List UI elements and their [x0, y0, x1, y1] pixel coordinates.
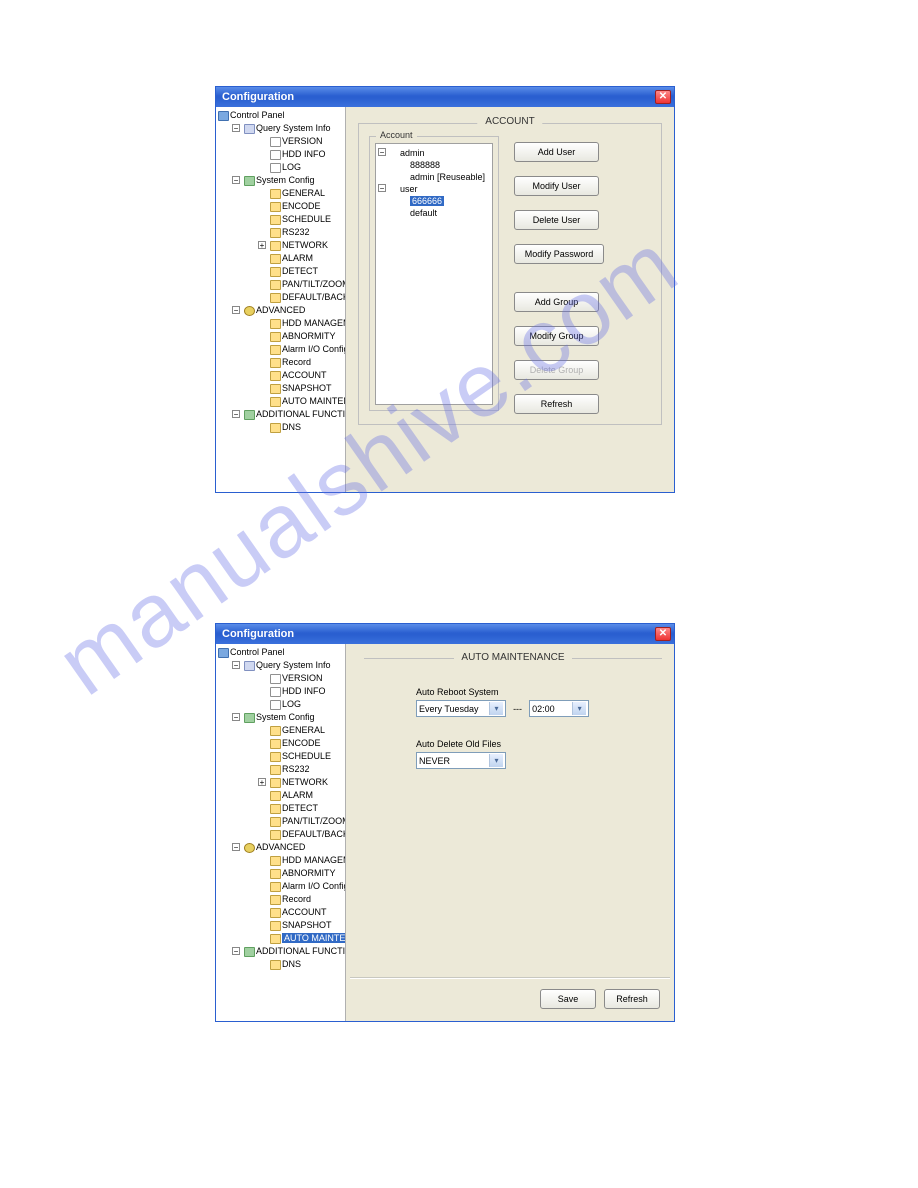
chevron-down-icon: ▾ [489, 702, 503, 715]
tree-detect[interactable]: DETECT [268, 802, 345, 815]
tree-auto-maintenance[interactable]: AUTO MAINTENANCE [268, 932, 345, 945]
chevron-down-icon: ▾ [572, 702, 586, 715]
tree-snapshot[interactable]: SNAPSHOT [268, 382, 345, 395]
tree-version[interactable]: VERSION [268, 135, 345, 148]
auto-delete-label: Auto Delete Old Files [416, 739, 662, 749]
tree-hdd-management[interactable]: HDD MANAGEMENT [268, 317, 345, 330]
delete-user-button[interactable]: Delete User [514, 210, 599, 230]
sidebar: Control Panel −Query System Info VERSION… [216, 644, 346, 1021]
tree-default-backup[interactable]: DEFAULT/BACKUP [268, 828, 345, 841]
tree-ptz[interactable]: PAN/TILT/ZOOM [268, 815, 345, 828]
tree-additional-function[interactable]: −ADDITIONAL FUNCTION DNS [242, 408, 345, 434]
refresh-button[interactable]: Refresh [514, 394, 599, 414]
tree-alarm[interactable]: ALARM [268, 789, 345, 802]
tree-root[interactable]: Control Panel −Query System Info VERSION… [216, 109, 345, 434]
auto-reboot-label: Auto Reboot System [416, 687, 662, 697]
tree-log[interactable]: LOG [268, 698, 345, 711]
add-user-button[interactable]: Add User [514, 142, 599, 162]
tree-general[interactable]: GENERAL [268, 724, 345, 737]
sidebar: Control Panel −Query System Info VERSION… [216, 107, 346, 492]
tree-record[interactable]: Record [268, 356, 345, 369]
account-group-user[interactable]: user [400, 184, 418, 194]
modify-user-button[interactable]: Modify User [514, 176, 599, 196]
modify-password-button[interactable]: Modify Password [514, 244, 604, 264]
tree-detect[interactable]: DETECT [268, 265, 345, 278]
tree-query-system-info[interactable]: −Query System Info VERSION HDD INFO LOG [242, 122, 345, 174]
titlebar[interactable]: Configuration ✕ [216, 87, 674, 107]
configuration-window-account: Configuration ✕ Control Panel −Query Sys… [215, 86, 675, 493]
tree-account[interactable]: ACCOUNT [268, 369, 345, 382]
tree-alarm-io[interactable]: Alarm I/O Config [268, 880, 345, 893]
configuration-window-auto-maint: Configuration ✕ Control Panel −Query Sys… [215, 623, 675, 1022]
account-panel: ACCOUNT Account −admin 888888 admin [Reu… [346, 107, 674, 492]
tree-hdd-management[interactable]: HDD MANAGEMENT [268, 854, 345, 867]
tree-alarm-io[interactable]: Alarm I/O Config [268, 343, 345, 356]
add-group-button[interactable]: Add Group [514, 292, 599, 312]
tree-snapshot[interactable]: SNAPSHOT [268, 919, 345, 932]
tree-default-backup[interactable]: DEFAULT/BACKUP [268, 291, 345, 304]
delete-group-button: Delete Group [514, 360, 599, 380]
tree-system-config[interactable]: −System Config GENERAL ENCODE SCHEDULE R… [242, 711, 345, 841]
account-group-label: Account [376, 130, 417, 140]
tree-root[interactable]: Control Panel −Query System Info VERSION… [216, 646, 345, 971]
tree-dns[interactable]: DNS [268, 958, 345, 971]
account-section-title: ACCOUNT [477, 116, 542, 127]
tree-schedule[interactable]: SCHEDULE [268, 213, 345, 226]
tree-schedule[interactable]: SCHEDULE [268, 750, 345, 763]
tree-rs232[interactable]: RS232 [268, 763, 345, 776]
tree-ptz[interactable]: PAN/TILT/ZOOM [268, 278, 345, 291]
tree-rs232[interactable]: RS232 [268, 226, 345, 239]
tree-general[interactable]: GENERAL [268, 187, 345, 200]
footer-divider [350, 977, 670, 979]
tree-dns[interactable]: DNS [268, 421, 345, 434]
save-button[interactable]: Save [540, 989, 596, 1009]
window-title: Configuration [222, 628, 294, 640]
chevron-down-icon: ▾ [489, 754, 503, 767]
account-item[interactable]: default [410, 207, 490, 219]
close-icon[interactable]: ✕ [655, 627, 671, 641]
close-icon[interactable]: ✕ [655, 90, 671, 104]
account-tree[interactable]: −admin 888888 admin [Reuseable] −user 66… [375, 143, 493, 405]
tree-network[interactable]: +NETWORK [268, 776, 345, 789]
modify-group-button[interactable]: Modify Group [514, 326, 599, 346]
account-item[interactable]: admin [Reuseable] [410, 171, 490, 183]
tree-advanced[interactable]: −ADVANCED HDD MANAGEMENT ABNORMITY Alarm… [242, 304, 345, 408]
tree-encode[interactable]: ENCODE [268, 737, 345, 750]
tree-alarm[interactable]: ALARM [268, 252, 345, 265]
auto-reboot-time-select[interactable]: 02:00 ▾ [529, 700, 589, 717]
tree-version[interactable]: VERSION [268, 672, 345, 685]
account-group-admin[interactable]: admin [400, 148, 425, 158]
tree-advanced[interactable]: −ADVANCED HDD MANAGEMENT ABNORMITY Alarm… [242, 841, 345, 945]
auto-maint-section-title: AUTO MAINTENANCE [364, 652, 662, 663]
tree-query-system-info[interactable]: −Query System Info VERSION HDD INFO LOG [242, 659, 345, 711]
tree-system-config[interactable]: −System Config GENERAL ENCODE SCHEDULE R… [242, 174, 345, 304]
tree-hdd-info[interactable]: HDD INFO [268, 685, 345, 698]
tree-log[interactable]: LOG [268, 161, 345, 174]
tree-abnormity[interactable]: ABNORMITY [268, 867, 345, 880]
tree-network[interactable]: +NETWORK [268, 239, 345, 252]
separator-dash: --- [513, 704, 522, 714]
tree-record[interactable]: Record [268, 893, 345, 906]
tree-account[interactable]: ACCOUNT [268, 906, 345, 919]
tree-hdd-info[interactable]: HDD INFO [268, 148, 345, 161]
tree-encode[interactable]: ENCODE [268, 200, 345, 213]
tree-abnormity[interactable]: ABNORMITY [268, 330, 345, 343]
refresh-button[interactable]: Refresh [604, 989, 660, 1009]
auto-maintenance-panel: AUTO MAINTENANCE Auto Reboot System Ever… [346, 644, 674, 1021]
auto-reboot-day-select[interactable]: Every Tuesday ▾ [416, 700, 506, 717]
tree-additional-function[interactable]: −ADDITIONAL FUNCTION DNS [242, 945, 345, 971]
tree-auto-maintenance[interactable]: AUTO MAINTENANCE [268, 395, 345, 408]
account-item-selected[interactable]: 666666 [410, 195, 490, 207]
window-title: Configuration [222, 91, 294, 103]
titlebar[interactable]: Configuration ✕ [216, 624, 674, 644]
account-item[interactable]: 888888 [410, 159, 490, 171]
auto-delete-select[interactable]: NEVER ▾ [416, 752, 506, 769]
